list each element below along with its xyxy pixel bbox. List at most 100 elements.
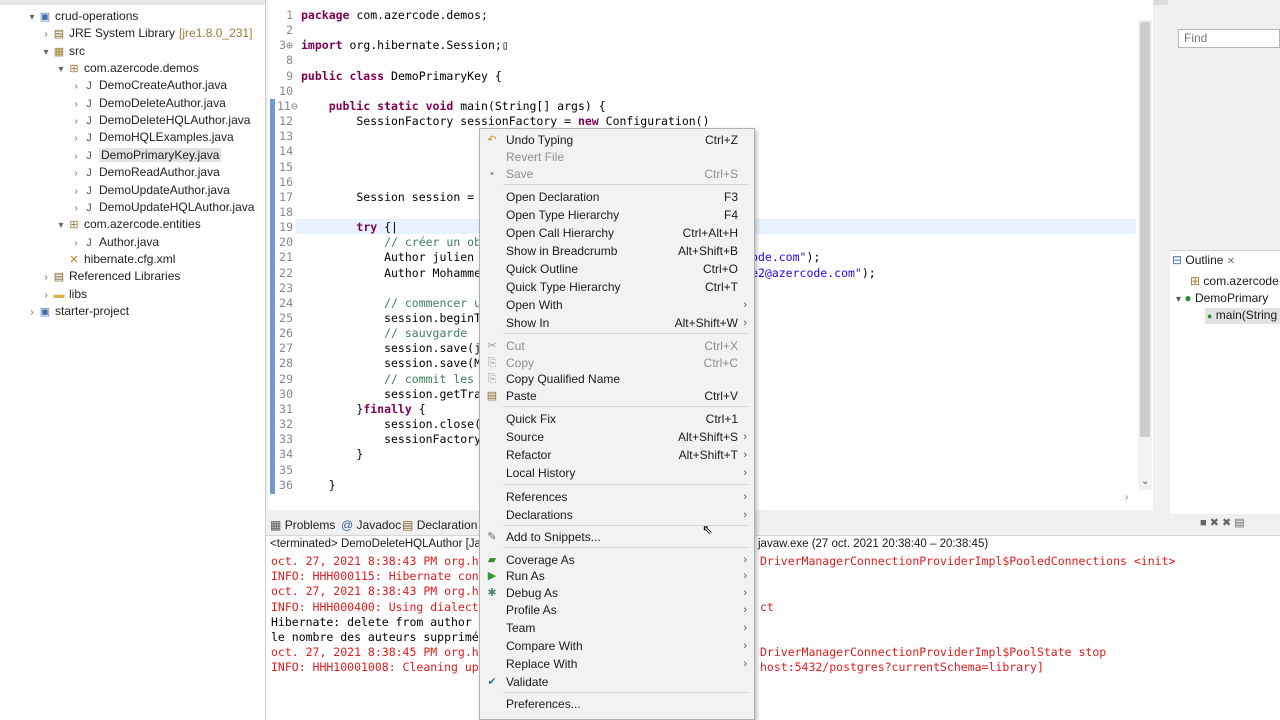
tree-item[interactable]: › ▤ JRE System Library [jre1.8.0_231] [40, 25, 252, 42]
close-icon[interactable]: ✕ [1227, 256, 1235, 267]
menu-item-undo-typing[interactable]: ↶ Undo Typing Ctrl+Z [480, 131, 752, 149]
menu-item-quick-outline[interactable]: Quick Outline Ctrl+O [480, 260, 752, 278]
code-line[interactable]: session.getTra [301, 387, 481, 402]
tree-item[interactable]: ✕ hibernate.cfg.xml [55, 251, 175, 268]
menu-item-show-in-breadcrumb[interactable]: Show in Breadcrumb Alt+Shift+B [480, 242, 752, 260]
outline-item-method[interactable]: ● main(String [1205, 308, 1280, 324]
menu-item-replace-with[interactable]: Replace With › [480, 655, 752, 673]
tree-item[interactable]: › J DemoUpdateHQLAuthor.java [70, 199, 254, 216]
chevron-down-icon[interactable]: ▾ [55, 217, 67, 234]
menu-item-source[interactable]: Source Alt+Shift+S › [480, 428, 752, 446]
code-line[interactable]: } [301, 447, 363, 462]
menu-item-open-declaration[interactable]: Open Declaration F3 [480, 188, 752, 206]
code-line[interactable]: // créer un ob [301, 235, 481, 250]
tree-item[interactable]: › J DemoDeleteAuthor.java [70, 95, 225, 113]
menu-item-open-with[interactable]: Open With › [480, 296, 752, 314]
menu-item-profile-as[interactable]: Profile As › [480, 601, 752, 619]
tree-item[interactable]: ▾ ▣ crud-operations [26, 8, 138, 25]
chevron-right-icon[interactable]: › [70, 148, 82, 165]
chevron-down-icon[interactable]: ▾ [26, 9, 38, 26]
code-line[interactable]: sessionFactory [301, 432, 481, 447]
code-line[interactable]: public static void main(String[] args) { [301, 99, 606, 114]
code-line[interactable]: try {| [301, 220, 398, 235]
menu-item-references[interactable]: References › [480, 488, 752, 506]
chevron-right-icon[interactable]: › [70, 96, 82, 113]
tab-problems[interactable]: ▦ Problems [270, 517, 335, 533]
tree-item[interactable]: ▾ ⊞ com.azercode.entities [55, 216, 200, 234]
tree-item[interactable]: › J Author.java [70, 234, 159, 251]
tree-item[interactable]: › J DemoDeleteHQLAuthor.java [70, 112, 250, 129]
code-line[interactable]: session.save(M [301, 356, 481, 371]
code-line[interactable]: Session session = [301, 190, 481, 205]
find-input[interactable]: Find [1178, 29, 1280, 48]
menu-item-local-history[interactable]: Local History › [480, 464, 752, 482]
menu-item-run-as[interactable]: ▶ Run As › [480, 567, 752, 585]
code-line[interactable]: // sauvgarde [301, 326, 467, 341]
menu-item-preferences[interactable]: Preferences... [480, 695, 752, 713]
line-number: 22 [279, 265, 293, 280]
menu-item-quick-fix[interactable]: Quick Fix Ctrl+1 [480, 410, 752, 428]
chevron-down-icon[interactable]: ▾ [55, 61, 67, 78]
outline-tab[interactable]: ⊟ Outline ✕ [1172, 253, 1235, 267]
remove-launch-icon[interactable]: ✖ [1210, 517, 1219, 529]
chevron-right-icon[interactable]: › [70, 235, 82, 252]
code-line[interactable]: package com.azercode.demos; [301, 8, 488, 23]
code-line[interactable]: session.close( [301, 417, 481, 432]
menu-item-quick-type-hierarchy[interactable]: Quick Type Hierarchy Ctrl+T [480, 278, 752, 296]
tree-item[interactable]: › J DemoReadAuthor.java [70, 164, 219, 182]
code-line[interactable]: session.beginT [301, 311, 481, 326]
code-line[interactable]: SessionFactory sessionFactory = new Conf… [301, 114, 709, 129]
tab-javadoc[interactable]: @ Javadoc [341, 517, 401, 533]
menu-item-team[interactable]: Team › [480, 619, 752, 637]
menu-item-revert-file[interactable]: Revert File [480, 148, 752, 166]
code-line[interactable]: // commencer u [301, 296, 481, 311]
scroll-right-arrow-icon[interactable]: › [1125, 492, 1128, 503]
chevron-right-icon[interactable]: › [70, 130, 82, 147]
tab-declaration[interactable]: ▤ Declaration [402, 517, 477, 533]
menu-item-open-type-hierarchy[interactable]: Open Type Hierarchy F4 [480, 206, 752, 224]
chevron-right-icon[interactable]: › [70, 183, 82, 200]
chevron-right-icon[interactable]: › [70, 200, 82, 217]
chevron-right-icon[interactable]: › [40, 26, 52, 43]
tree-item[interactable]: › ▤ Referenced Libraries [40, 268, 180, 285]
tree-item[interactable]: › J DemoPrimaryKey.java [70, 147, 222, 165]
menu-item-compare-with[interactable]: Compare With › [480, 637, 752, 655]
code-line[interactable]: public class DemoPrimaryKey { [301, 69, 502, 84]
menu-item-open-call-hierarchy[interactable]: Open Call Hierarchy Ctrl+Alt+H [480, 224, 752, 242]
tree-item[interactable]: ▾ ⊞ com.azercode.demos [55, 60, 198, 78]
code-line[interactable]: // commit les [301, 372, 474, 387]
code-line[interactable]: }finally { [301, 402, 425, 417]
tree-item[interactable]: › J DemoUpdateAuthor.java [70, 182, 229, 200]
code-line[interactable]: import org.hibernate.Session;▯ [301, 38, 509, 53]
tree-item[interactable]: ▾ ▦ src [40, 43, 85, 60]
code-line[interactable]: } [301, 478, 336, 493]
menu-item-save[interactable]: ▪ Save Ctrl+S [480, 165, 752, 183]
chevron-right-icon[interactable]: › [26, 304, 38, 321]
menu-item-show-in[interactable]: Show In Alt+Shift+W › [480, 314, 752, 332]
tree-item[interactable]: › J DemoHQLExamples.java [70, 129, 233, 147]
clear-console-icon[interactable]: ▤ [1234, 517, 1244, 529]
chevron-right-icon[interactable]: › [40, 287, 52, 304]
menu-item-debug-as[interactable]: ✱ Debug As › [480, 584, 752, 602]
console-toolbar[interactable]: ■ ✖ ✖ ▤ [1200, 516, 1245, 529]
chevron-right-icon[interactable]: › [70, 78, 82, 95]
remove-all-icon[interactable]: ✖ [1222, 517, 1231, 529]
menu-item-paste[interactable]: ▤ Paste Ctrl+V [480, 387, 752, 405]
outline-item-package[interactable]: ⊞ com.azercode [1190, 274, 1279, 288]
scroll-down-arrow-icon[interactable]: ⌄ [1141, 476, 1149, 487]
menu-item-cut[interactable]: ✂ Cut Ctrl+X [480, 337, 752, 355]
tree-item[interactable]: › ▣ starter-project [26, 303, 129, 320]
chevron-down-icon[interactable]: ▾ [40, 44, 52, 61]
tree-item[interactable]: › ▬ libs [40, 286, 87, 303]
menu-item-refactor[interactable]: Refactor Alt+Shift+T › [480, 446, 752, 464]
code-line[interactable]: session.save(j [301, 341, 481, 356]
editor-scroll-thumb[interactable] [1140, 22, 1150, 437]
menu-item-copy-qualified-name[interactable]: ⎘ Copy Qualified Name [480, 370, 752, 388]
chevron-right-icon[interactable]: › [70, 113, 82, 130]
menu-item-validate[interactable]: ✔ Validate [480, 673, 752, 691]
terminate-icon[interactable]: ■ [1200, 517, 1207, 529]
outline-item-class[interactable]: ▾ ● DemoPrimary [1176, 291, 1268, 305]
chevron-right-icon[interactable]: › [40, 269, 52, 286]
tree-item[interactable]: › J DemoCreateAuthor.java [70, 77, 227, 94]
chevron-right-icon[interactable]: › [70, 165, 82, 182]
